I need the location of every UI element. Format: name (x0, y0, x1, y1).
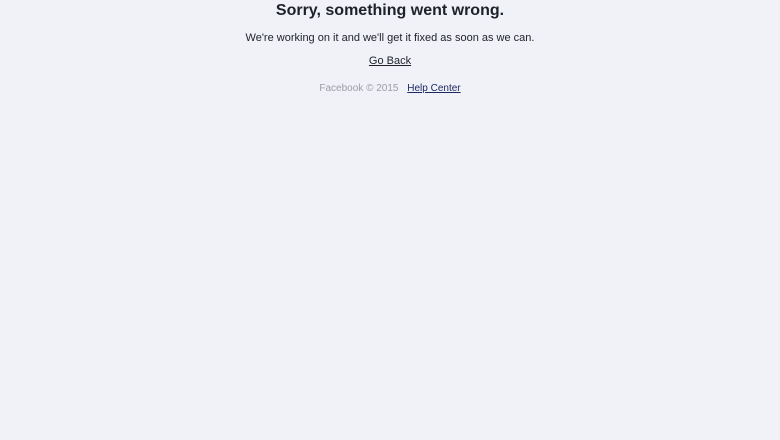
go-back-row: Go Back (0, 45, 780, 69)
error-page: Sorry, something went wrong. We're worki… (0, 0, 780, 95)
footer: Facebook © 2015 Help Center (0, 82, 780, 95)
help-center-link[interactable]: Help Center (407, 83, 460, 94)
copyright-text: Facebook © 2015 (319, 83, 399, 94)
go-back-link[interactable]: Go Back (369, 54, 411, 68)
error-message: We're working on it and we'll get it fix… (245, 32, 535, 44)
error-title: Sorry, something went wrong. (275, 2, 505, 19)
